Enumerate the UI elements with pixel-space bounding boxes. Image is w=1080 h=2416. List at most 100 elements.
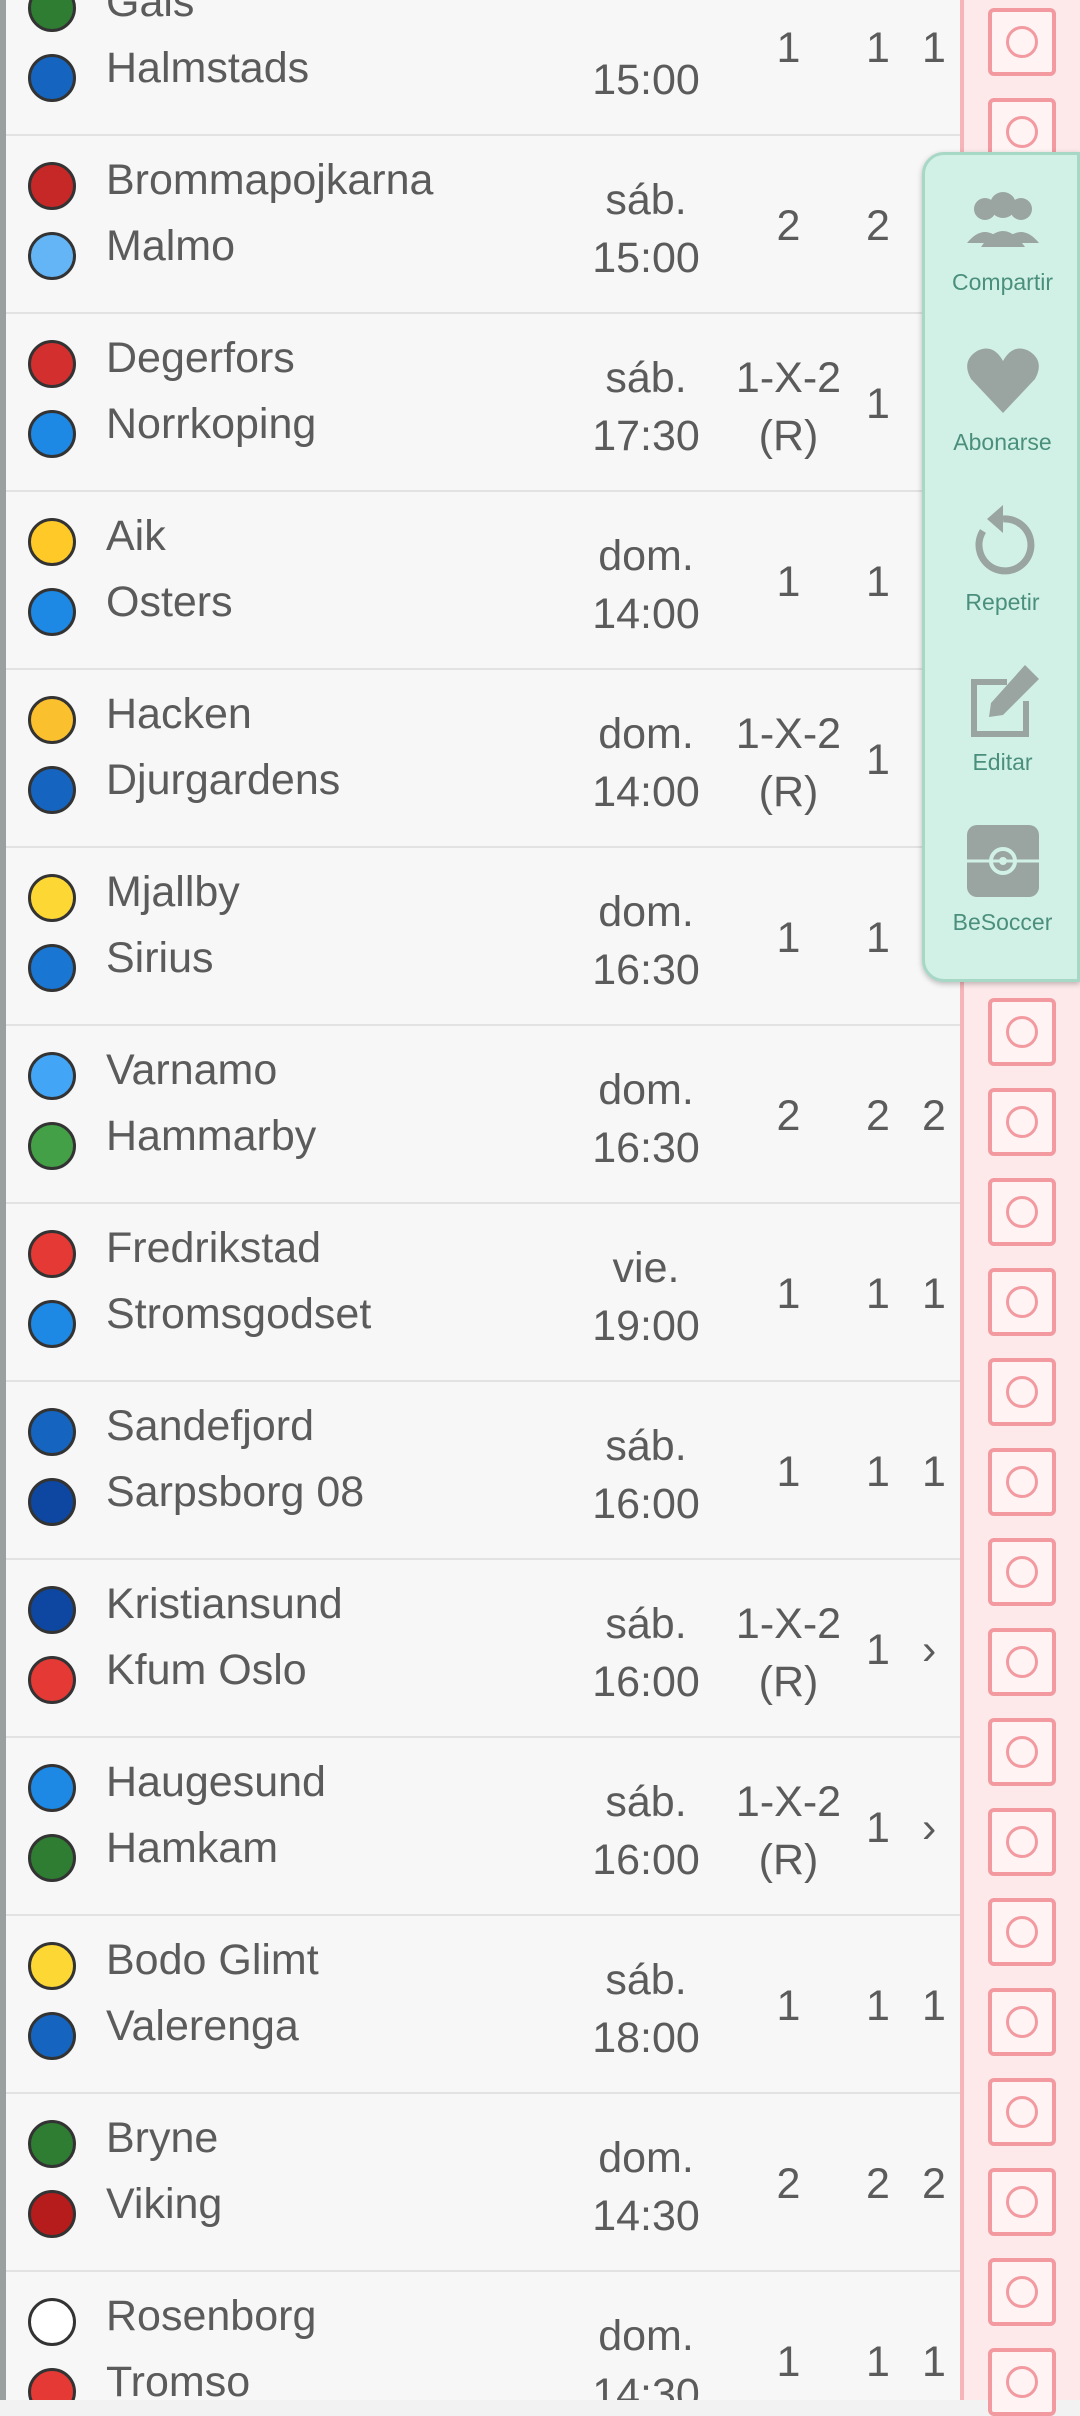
prediction-column-2: 2 [866, 202, 890, 250]
pattern-tile [988, 2078, 1056, 2146]
pattern-tile [988, 8, 1056, 76]
match-row[interactable]: Sandefjord Sarpsborg 08 sáb. 16:00 1 1 1 [6, 1382, 960, 1560]
prediction: 1 [776, 1982, 801, 2030]
match-row[interactable]: Gais Halmstads 15:00 1 1 1 [6, 0, 960, 136]
home-team-logo [28, 162, 76, 210]
home-team-logo [28, 1586, 76, 1634]
away-team-name: Osters [106, 578, 233, 626]
away-team-logo [28, 944, 76, 992]
home-team-name: Varnamo [106, 1046, 278, 1094]
match-time: 14:30 [592, 2370, 700, 2400]
match-row[interactable]: Varnamo Hammarby dom. 16:30 2 2 2 [6, 1026, 960, 1204]
prediction-column-2: 1 [866, 1270, 890, 1318]
home-team-name: Fredrikstad [106, 1224, 322, 1272]
match-row[interactable]: Rosenborg Tromso dom. 14:30 1 1 1 [6, 2272, 960, 2400]
match-row[interactable]: Kristiansund Kfum Oslo sáb. 16:00 1-X-2 (R) 1 › [6, 1560, 960, 1738]
heart-icon [967, 348, 1039, 413]
match-row[interactable]: Mjallby Sirius dom. 16:30 1 1 [6, 848, 960, 1026]
edit-button[interactable]: Editar [925, 635, 1080, 795]
match-time: 16:30 [592, 1124, 700, 1172]
match-row[interactable]: Degerfors Norrkoping sáb. 17:30 1-X-2 (R) 1 [6, 314, 960, 492]
home-team-name: Brommapojkarna [106, 156, 434, 204]
prediction-column-2: 1 [866, 2338, 890, 2386]
prediction: 2 [776, 202, 801, 250]
away-team-name: Hammarby [106, 1112, 317, 1160]
subscribe-button[interactable]: Abonarse [925, 315, 1080, 475]
home-team-name: Mjallby [106, 868, 240, 916]
pattern-tile [988, 2348, 1056, 2416]
home-team-name: Gais [106, 0, 195, 26]
match-day: sáb. [605, 1422, 687, 1470]
match-row[interactable]: Aik Osters dom. 14:00 1 1 [6, 492, 960, 670]
home-team-logo [28, 2120, 76, 2168]
match-time: 16:00 [592, 1480, 700, 1528]
home-team-logo [28, 518, 76, 566]
pattern-tile [988, 2258, 1056, 2326]
prediction: 1-X-2 [735, 354, 842, 402]
away-team-logo [28, 2368, 76, 2400]
prediction-column-2: 1 [866, 558, 890, 606]
match-time: 15:00 [592, 56, 700, 104]
repeat-icon [975, 505, 1035, 575]
prediction-column-2: 2 [866, 1092, 890, 1140]
match-day: dom. [598, 710, 694, 758]
edit-icon [971, 665, 1039, 737]
share-button[interactable]: Compartir [925, 155, 1080, 315]
away-team-logo [28, 410, 76, 458]
home-team-logo [28, 1408, 76, 1456]
match-time: 16:00 [592, 1658, 700, 1706]
match-list: Gais Halmstads 15:00 1 1 1 Brommapojkarna Malmo… [0, 0, 960, 2400]
home-team-name: Bodo Glimt [106, 1936, 319, 1984]
prediction-note: (R) [758, 768, 819, 816]
prediction-column-3: 1 [922, 2338, 946, 2386]
prediction-note: (R) [758, 412, 819, 460]
prediction-note: (R) [758, 1658, 819, 1706]
away-team-name: Tromso [106, 2358, 251, 2400]
away-team-name: Norrkoping [106, 400, 317, 448]
match-day: sáb. [605, 354, 687, 402]
pattern-tile [988, 1628, 1056, 1696]
prediction-column-3: 2 [922, 2160, 946, 2208]
home-team-name: Bryne [106, 2114, 219, 2162]
away-team-logo [28, 1656, 76, 1704]
match-day: sáb. [605, 1600, 687, 1648]
match-row[interactable]: Hacken Djurgardens dom. 14:00 1-X-2 (R) 1 [6, 670, 960, 848]
away-team-logo [28, 588, 76, 636]
repeat-button[interactable]: Repetir [925, 475, 1080, 635]
besoccer-button[interactable]: BeSoccer [925, 795, 1080, 955]
pattern-tile [988, 1808, 1056, 1876]
home-team-name: Aik [106, 512, 166, 560]
match-day: sáb. [605, 176, 687, 224]
away-team-name: Djurgardens [106, 756, 341, 804]
home-team-name: Kristiansund [106, 1580, 343, 1628]
pattern-tile [988, 2168, 1056, 2236]
away-team-logo [28, 1300, 76, 1348]
pattern-tile [988, 1898, 1056, 1966]
home-team-logo [28, 696, 76, 744]
match-time: 14:30 [592, 2192, 700, 2240]
pattern-tile [988, 1538, 1056, 1606]
match-row[interactable]: Bodo Glimt Valerenga sáb. 18:00 1 1 1 [6, 1916, 960, 2094]
prediction-column-2: 1 [866, 380, 890, 428]
match-row[interactable]: Bryne Viking dom. 14:30 2 2 2 [6, 2094, 960, 2272]
prediction: 1 [776, 24, 801, 72]
away-team-name: Halmstads [106, 44, 310, 92]
match-row[interactable]: Haugesund Hamkam sáb. 16:00 1-X-2 (R) 1 › [6, 1738, 960, 1916]
subscribe-label: Abonarse [953, 429, 1052, 455]
prediction-column-3: › [922, 1626, 937, 1674]
away-team-name: Sirius [106, 934, 214, 982]
match-time: 14:00 [592, 590, 700, 638]
match-row[interactable]: Brommapojkarna Malmo sáb. 15:00 2 2 [6, 136, 960, 314]
home-team-logo [28, 1942, 76, 1990]
prediction: 1 [776, 1448, 801, 1496]
match-row[interactable]: Fredrikstad Stromsgodset vie. 19:00 1 1 1 [6, 1204, 960, 1382]
pattern-tile [988, 1178, 1056, 1246]
prediction-column-3: › [922, 1804, 937, 1852]
home-team-name: Rosenborg [106, 2292, 317, 2340]
home-team-name: Sandefjord [106, 1402, 314, 1450]
pattern-tile [988, 1448, 1056, 1516]
prediction-column-3: 1 [922, 1448, 946, 1496]
away-team-logo [28, 1478, 76, 1526]
prediction-column-2: 1 [866, 914, 890, 962]
match-day: sáb. [605, 1778, 687, 1826]
